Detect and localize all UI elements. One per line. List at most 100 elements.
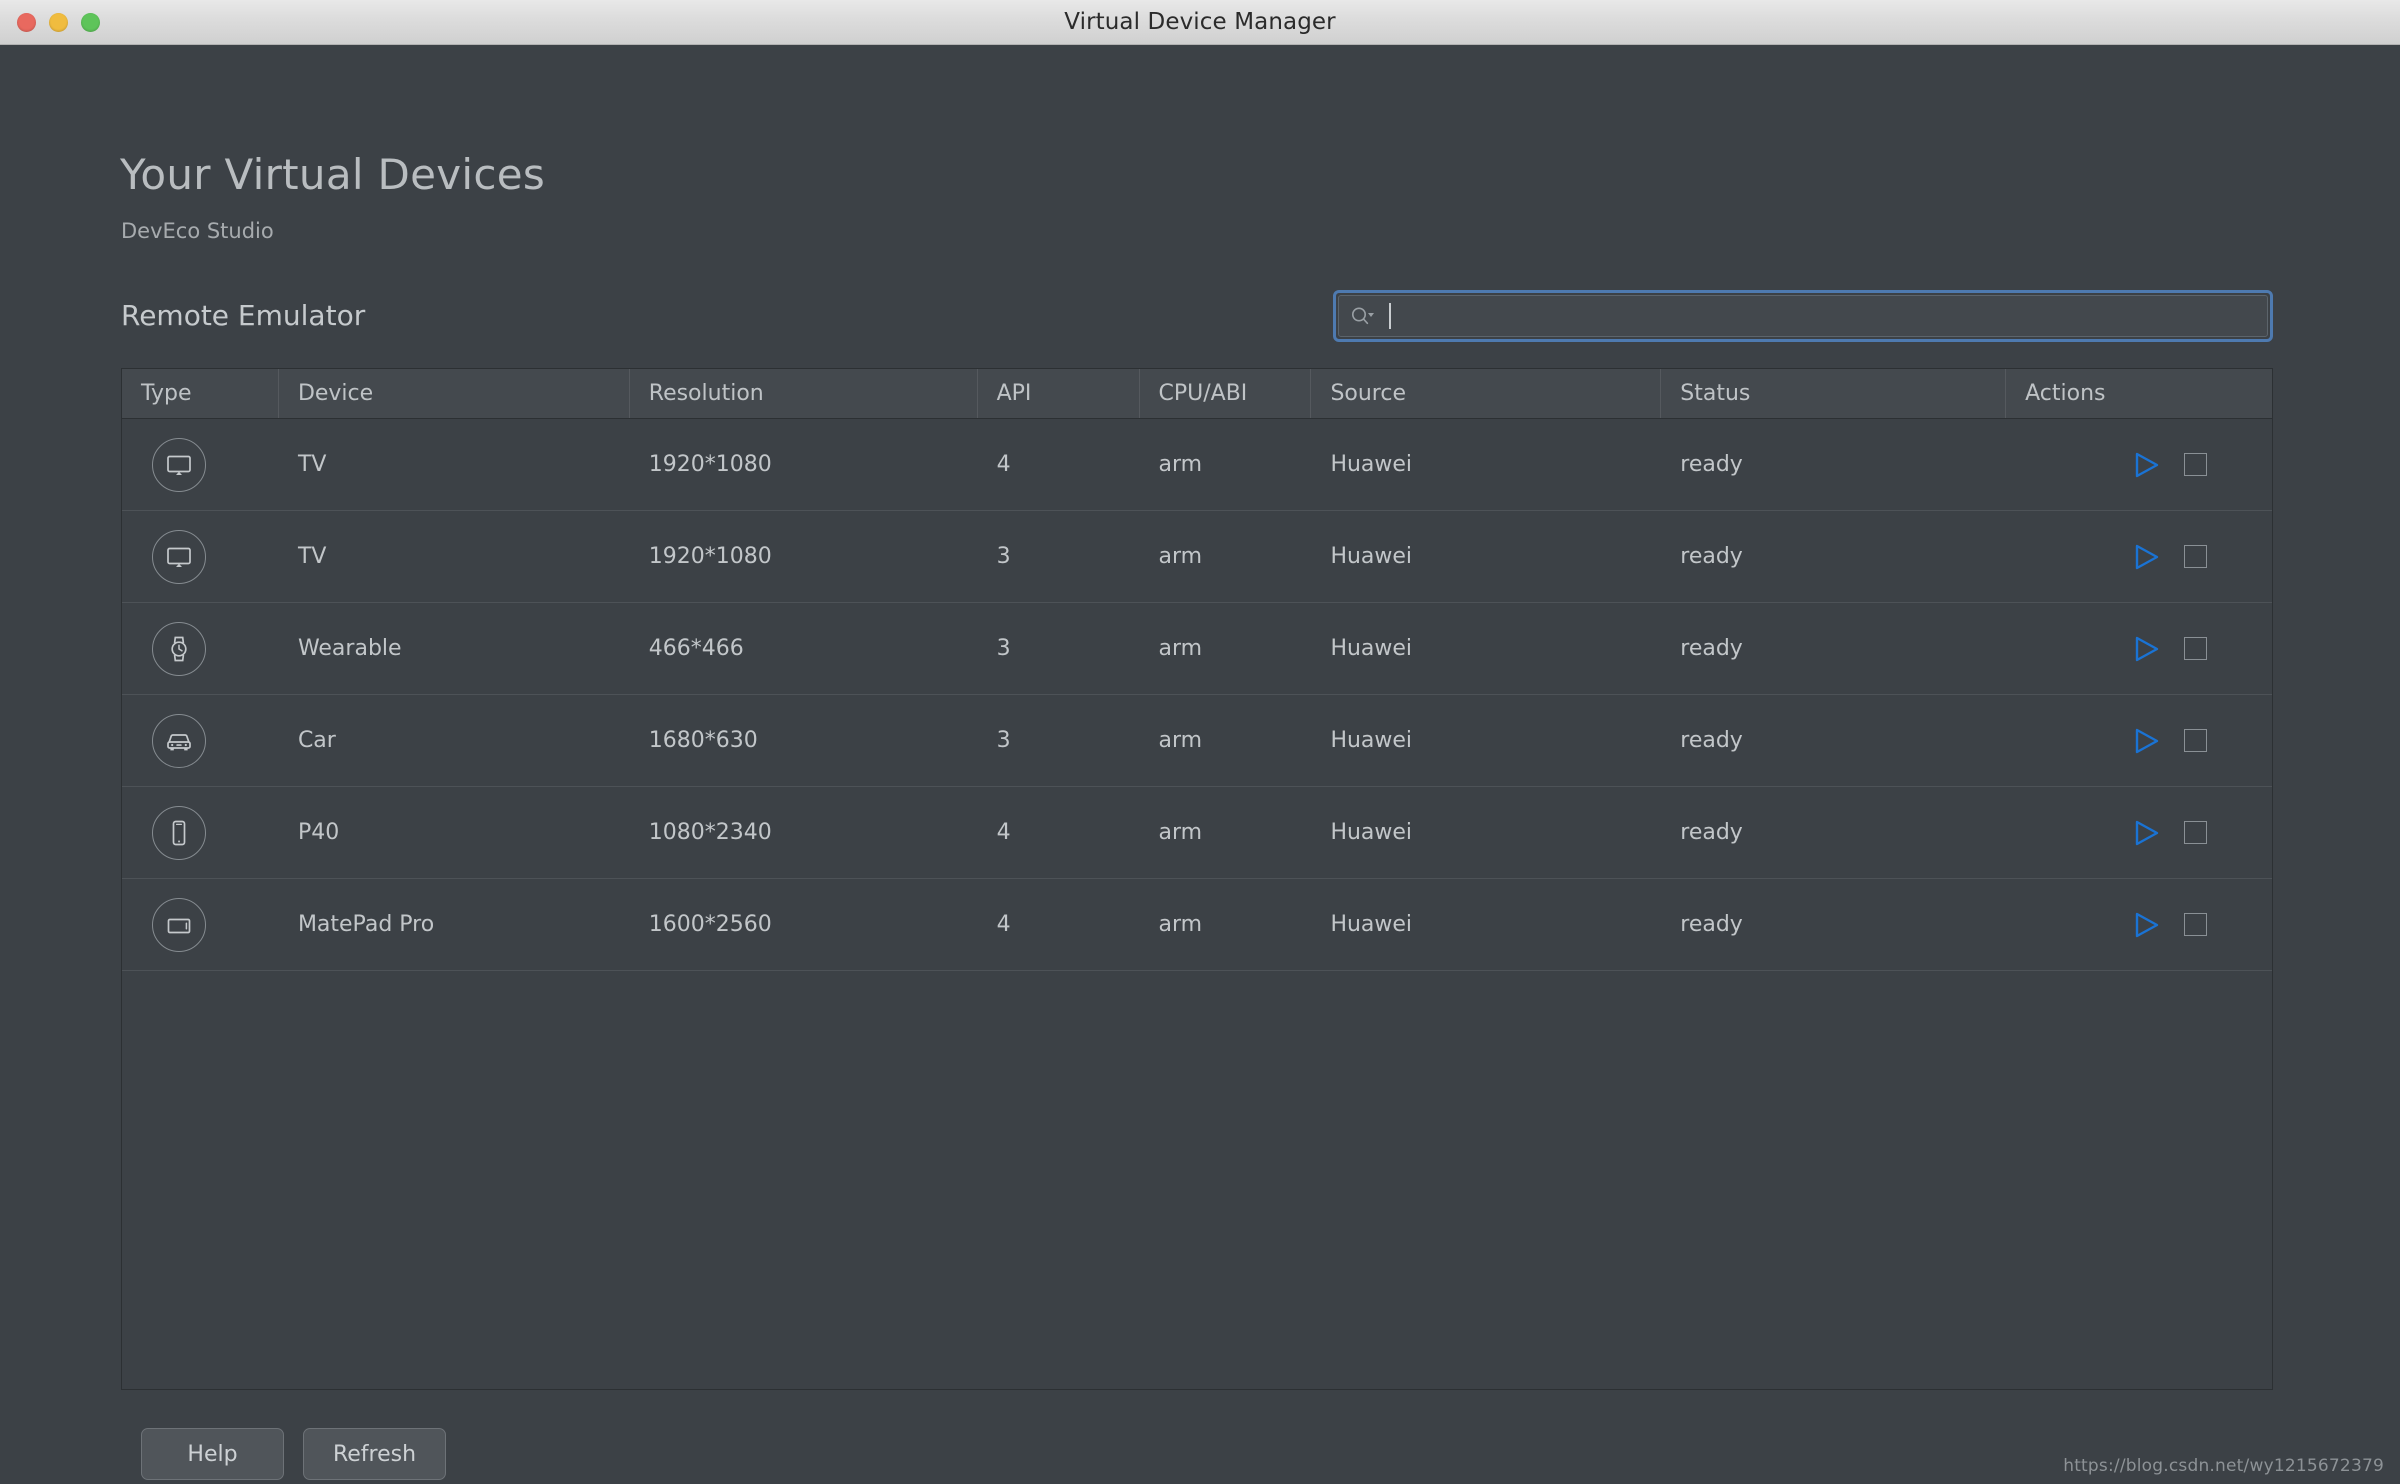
cell-source: Huawei (1311, 511, 1661, 602)
main-content: Your Virtual Devices DevEco Studio Remot… (0, 45, 2400, 1484)
stop-icon[interactable] (2184, 637, 2207, 660)
cell-device: P40 (279, 787, 630, 878)
cell-type (122, 787, 279, 878)
play-icon[interactable] (2132, 634, 2160, 664)
tv-icon (152, 530, 206, 584)
cell-api: 3 (978, 603, 1140, 694)
cell-source: Huawei (1311, 419, 1661, 510)
maximize-window-button[interactable] (81, 13, 100, 32)
cell-cpu-abi: arm (1140, 787, 1312, 878)
watch-icon (152, 622, 206, 676)
cell-api: 3 (978, 695, 1140, 786)
search-icon[interactable] (1349, 303, 1375, 329)
cell-resolution: 1680*630 (630, 695, 978, 786)
page-title: Your Virtual Devices (120, 150, 545, 199)
cell-device: Car (279, 695, 630, 786)
virtual-device-manager-window: Virtual Device Manager Your Virtual Devi… (0, 0, 2400, 1484)
table-row[interactable]: Car1680*6303armHuaweiready (122, 695, 2272, 787)
cell-actions (2006, 879, 2272, 970)
cell-type (122, 511, 279, 602)
cell-resolution: 1080*2340 (630, 787, 978, 878)
stop-icon[interactable] (2184, 453, 2207, 476)
window-controls (17, 0, 100, 45)
column-header-status[interactable]: Status (1661, 369, 2006, 418)
cell-device: TV (279, 419, 630, 510)
cell-type (122, 419, 279, 510)
column-header-cpu-abi[interactable]: CPU/ABI (1140, 369, 1312, 418)
cell-source: Huawei (1311, 787, 1661, 878)
cell-resolution: 1920*1080 (630, 419, 978, 510)
cell-api: 3 (978, 511, 1140, 602)
title-bar: Virtual Device Manager (0, 0, 2400, 45)
play-icon[interactable] (2132, 818, 2160, 848)
cell-status: ready (1661, 879, 2006, 970)
stop-icon[interactable] (2184, 821, 2207, 844)
table-row[interactable]: Wearable466*4663armHuaweiready (122, 603, 2272, 695)
window-title: Virtual Device Manager (1064, 9, 1335, 35)
cell-cpu-abi: arm (1140, 879, 1312, 970)
cell-resolution: 1600*2560 (630, 879, 978, 970)
play-icon[interactable] (2132, 542, 2160, 572)
cell-cpu-abi: arm (1140, 419, 1312, 510)
stop-icon[interactable] (2184, 729, 2207, 752)
play-icon[interactable] (2132, 450, 2160, 480)
tv-icon (152, 438, 206, 492)
cell-resolution: 466*466 (630, 603, 978, 694)
cell-status: ready (1661, 511, 2006, 602)
cell-resolution: 1920*1080 (630, 511, 978, 602)
table-body: TV1920*10804armHuaweireadyTV1920*10803ar… (122, 419, 2272, 1389)
cell-actions (2006, 419, 2272, 510)
table-row[interactable]: P401080*23404armHuaweiready (122, 787, 2272, 879)
cell-source: Huawei (1311, 879, 1661, 970)
table-row[interactable]: MatePad Pro1600*25604armHuaweiready (122, 879, 2272, 971)
cell-actions (2006, 603, 2272, 694)
footer-buttons: Help Refresh (141, 1428, 446, 1480)
minimize-window-button[interactable] (49, 13, 68, 32)
play-icon[interactable] (2132, 910, 2160, 940)
cell-actions (2006, 695, 2272, 786)
column-header-device[interactable]: Device (279, 369, 630, 418)
column-header-resolution[interactable]: Resolution (630, 369, 978, 418)
stop-icon[interactable] (2184, 545, 2207, 568)
cell-status: ready (1661, 419, 2006, 510)
cell-cpu-abi: arm (1140, 511, 1312, 602)
cell-source: Huawei (1311, 695, 1661, 786)
cell-api: 4 (978, 419, 1140, 510)
section-title-remote-emulator: Remote Emulator (121, 299, 365, 332)
column-header-source[interactable]: Source (1311, 369, 1661, 418)
table-row[interactable]: TV1920*10804armHuaweiready (122, 419, 2272, 511)
cell-api: 4 (978, 787, 1140, 878)
devices-table: Type Device Resolution API CPU/ABI Sourc… (121, 368, 2273, 1390)
column-header-api[interactable]: API (978, 369, 1140, 418)
phone-icon (152, 806, 206, 860)
search-box[interactable] (1333, 290, 2273, 342)
tablet-icon (152, 898, 206, 952)
table-header-row: Type Device Resolution API CPU/ABI Sourc… (122, 369, 2272, 419)
stop-icon[interactable] (2184, 913, 2207, 936)
cell-actions (2006, 787, 2272, 878)
cell-status: ready (1661, 695, 2006, 786)
column-header-actions[interactable]: Actions (2006, 369, 2272, 418)
search-input[interactable] (1391, 304, 2267, 328)
car-icon (152, 714, 206, 768)
search-box-inner[interactable] (1338, 295, 2268, 337)
help-button[interactable]: Help (141, 1428, 284, 1480)
cell-cpu-abi: arm (1140, 695, 1312, 786)
cell-device: Wearable (279, 603, 630, 694)
cell-type (122, 603, 279, 694)
watermark: https://blog.csdn.net/wy1215672379 (2063, 1456, 2384, 1476)
play-icon[interactable] (2132, 726, 2160, 756)
cell-device: TV (279, 511, 630, 602)
cell-device: MatePad Pro (279, 879, 630, 970)
refresh-button[interactable]: Refresh (303, 1428, 446, 1480)
page-subtitle: DevEco Studio (121, 219, 274, 243)
cell-type (122, 695, 279, 786)
close-window-button[interactable] (17, 13, 36, 32)
cell-cpu-abi: arm (1140, 603, 1312, 694)
cell-status: ready (1661, 787, 2006, 878)
cell-actions (2006, 511, 2272, 602)
table-row[interactable]: TV1920*10803armHuaweiready (122, 511, 2272, 603)
column-header-type[interactable]: Type (122, 369, 279, 418)
cell-status: ready (1661, 603, 2006, 694)
cell-type (122, 879, 279, 970)
